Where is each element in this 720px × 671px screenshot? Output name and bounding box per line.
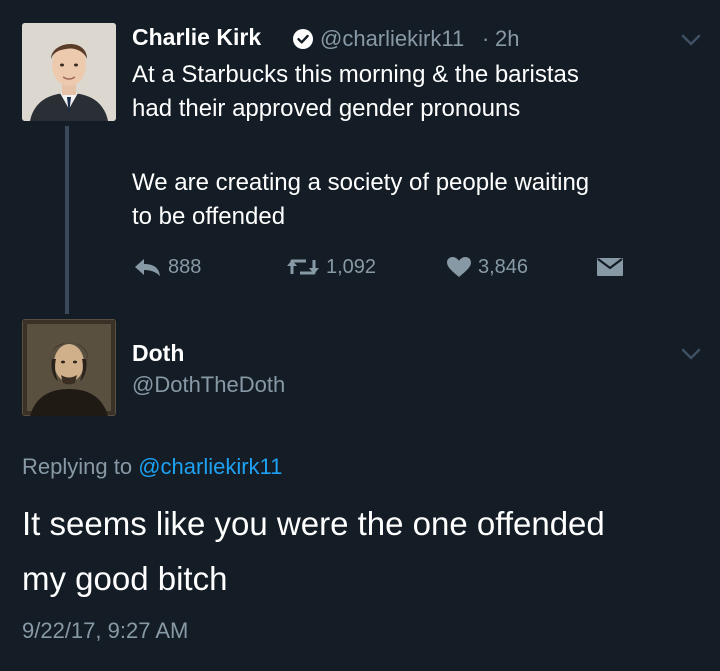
reply-text-line: It seems like you were the one offended	[22, 505, 605, 542]
tweet-time-ago[interactable]: 2h	[495, 26, 519, 52]
replying-prefix: Replying to	[22, 454, 133, 479]
reply-text-line: my good bitch	[22, 560, 228, 597]
tweet-text-line: We are creating a society of people wait…	[132, 169, 590, 196]
avatar[interactable]	[22, 319, 116, 416]
like-button[interactable]: 3,846	[446, 254, 528, 280]
tweet-text-line: had their approved gender pronouns	[132, 95, 521, 122]
avatar[interactable]	[22, 23, 116, 121]
reply-arrow-icon	[135, 259, 160, 276]
reply-button[interactable]: 888	[132, 254, 201, 280]
replying-to-link[interactable]: @charliekirk11	[138, 454, 282, 479]
heart-icon	[447, 257, 471, 277]
tweet-text-line: to be offended	[132, 203, 286, 230]
like-count: 3,846	[478, 255, 529, 278]
author-name[interactable]: Doth	[132, 340, 184, 367]
chevron-down-icon[interactable]	[680, 347, 702, 361]
author-handle[interactable]: @charliekirk11	[320, 26, 464, 52]
tweet-timestamp[interactable]: 9/22/17, 9:27 AM	[22, 618, 188, 644]
reply-count: 888	[168, 255, 202, 278]
author-handle[interactable]: @DothTheDoth	[132, 372, 285, 398]
replying-to-label: Replying to @charliekirk11	[22, 454, 282, 480]
retweet-button[interactable]: 1,092	[286, 254, 376, 280]
thread-connector-line	[65, 126, 69, 314]
tweet-text-line: At a Starbucks this morning & the barist…	[132, 61, 579, 88]
verified-badge-icon	[292, 28, 314, 55]
author-name[interactable]: Charlie Kirk	[132, 24, 261, 51]
reply-text: It seems like you were the one offended …	[22, 496, 702, 606]
retweet-icon	[287, 259, 319, 275]
chevron-down-icon[interactable]	[680, 33, 702, 47]
retweet-count: 1,092	[326, 255, 377, 278]
avatar-portrait-image	[22, 23, 116, 121]
direct-message-button[interactable]	[596, 254, 630, 280]
separator-dot: ·	[482, 26, 490, 51]
envelope-icon	[597, 258, 623, 276]
avatar-portrait-image	[22, 319, 116, 416]
